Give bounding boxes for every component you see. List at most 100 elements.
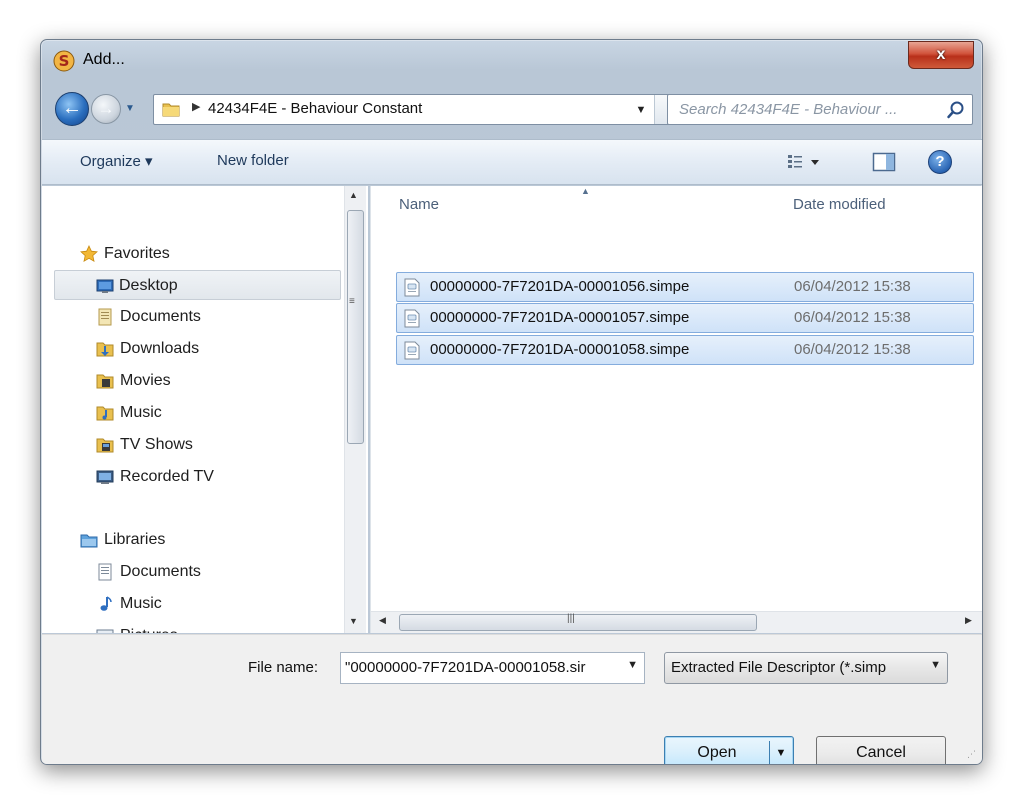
- scroll-right-arrow-icon[interactable]: ▶: [965, 615, 972, 626]
- nav-item-label: TV Shows: [120, 436, 193, 453]
- nav-item-desktop[interactable]: Desktop: [54, 270, 341, 300]
- search-icon[interactable]: [946, 100, 966, 120]
- file-row[interactable]: 00000000-7F7201DA-00001056.simpe 06/04/2…: [396, 272, 974, 302]
- column-header-date-modified[interactable]: Date modified: [793, 196, 886, 213]
- open-options-dropdown-icon[interactable]: ▼: [772, 737, 790, 764]
- file-name-label: File name:: [248, 659, 319, 676]
- change-view-icon[interactable]: [786, 151, 826, 173]
- file-row[interactable]: 00000000-7F7201DA-00001057.simpe 06/04/2…: [396, 303, 974, 333]
- nav-item-label: Desktop: [119, 277, 178, 294]
- back-button[interactable]: ←: [55, 92, 89, 126]
- nav-item-downloads[interactable]: Downloads: [96, 334, 316, 364]
- search-placeholder: Search 42434F4E - Behaviour ...: [679, 101, 898, 118]
- nav-item-label: Recorded TV: [120, 468, 214, 485]
- file-name-value: "00000000-7F7201DA-00001058.sir: [345, 659, 586, 676]
- movies-icon: [96, 374, 114, 389]
- file-date: 06/04/2012 15:38: [794, 341, 911, 358]
- cancel-button-label: Cancel: [856, 744, 906, 761]
- address-bar[interactable]: ▶ 42434F4E - Behaviour Constant ▼ ↻: [153, 94, 693, 125]
- recent-locations-dropdown-icon[interactable]: ▼: [125, 103, 137, 115]
- file-list-pane: ▲ Name Date modified 00000000-7F7201DA-0…: [370, 186, 982, 633]
- nav-item-documents[interactable]: Documents: [96, 302, 316, 332]
- file-date: 06/04/2012 15:38: [794, 309, 911, 326]
- nav-item-label: Pictures: [120, 621, 178, 633]
- close-icon: x: [936, 46, 946, 63]
- back-arrow-icon: ←: [62, 97, 82, 119]
- nav-item-label: Movies: [120, 372, 171, 389]
- nav-item-library-documents[interactable]: Documents: [96, 557, 316, 587]
- music-icon: [96, 406, 114, 421]
- nav-header-label: Favorites: [104, 245, 170, 262]
- search-input[interactable]: Search 42434F4E - Behaviour ...: [667, 94, 973, 125]
- documents-icon: [98, 563, 112, 581]
- column-header-row: ▲ Name Date modified: [371, 186, 982, 226]
- open-file-dialog: S Add... x ← → ▼ ▶ 42434F4E - Behaviour …: [40, 39, 983, 765]
- nav-item-music[interactable]: Music: [96, 398, 316, 428]
- nav-vertical-scrollbar[interactable]: ▲ ≡ ▼: [344, 186, 366, 633]
- title-bar[interactable]: S Add... x: [41, 40, 982, 82]
- desktop-icon: [96, 279, 114, 293]
- nav-item-label: Documents: [120, 563, 201, 580]
- file-type-select[interactable]: Extracted File Descriptor (*.simp ▼: [664, 652, 948, 684]
- libraries-icon: [80, 534, 98, 548]
- nav-item-label: Music: [120, 595, 162, 612]
- nav-item-tv-shows[interactable]: TV Shows: [96, 430, 316, 460]
- help-icon: ?: [935, 153, 945, 170]
- file-icon: [404, 309, 420, 328]
- scroll-grip-icon: |||: [567, 613, 575, 624]
- file-name: 00000000-7F7201DA-00001057.simpe: [430, 309, 690, 326]
- nav-item-library-pictures[interactable]: Pictures: [96, 621, 316, 633]
- cancel-button[interactable]: Cancel: [816, 736, 946, 764]
- recorded-tv-icon: [96, 470, 114, 484]
- breadcrumb-current-folder[interactable]: 42434F4E - Behaviour Constant: [208, 100, 422, 117]
- dialog-footer: File name: "00000000-7F7201DA-00001058.s…: [42, 634, 982, 764]
- nav-item-library-music[interactable]: Music: [96, 589, 316, 619]
- star-icon: [80, 245, 98, 262]
- file-row[interactable]: 00000000-7F7201DA-00001058.simpe 06/04/2…: [396, 335, 974, 365]
- sort-indicator-icon: ▲: [581, 186, 590, 196]
- command-bar: Organize ▾ New folder ?: [42, 139, 982, 185]
- open-button[interactable]: Open ▼: [664, 736, 794, 764]
- scroll-thumb[interactable]: [347, 210, 364, 444]
- split-button-divider: [769, 741, 770, 764]
- nav-item-label: Documents: [120, 308, 201, 325]
- organize-button[interactable]: Organize ▾: [80, 152, 153, 170]
- file-type-value: Extracted File Descriptor (*.simp: [671, 659, 887, 676]
- scroll-up-arrow-icon[interactable]: ▲: [349, 190, 358, 200]
- open-button-label: Open: [697, 744, 737, 761]
- nav-item-label: Music: [120, 404, 162, 421]
- nav-item-movies[interactable]: Movies: [96, 366, 316, 396]
- svg-text:S: S: [59, 52, 70, 70]
- new-folder-button[interactable]: New folder: [217, 152, 289, 169]
- music-note-icon: [100, 596, 112, 611]
- file-name-field[interactable]: "00000000-7F7201DA-00001058.sir ▼: [340, 652, 645, 684]
- scroll-down-arrow-icon[interactable]: ▼: [349, 616, 358, 626]
- file-name-dropdown-icon[interactable]: ▼: [627, 659, 638, 671]
- navigation-bar: ← → ▼ ▶ 42434F4E - Behaviour Constant ▼ …: [41, 90, 982, 130]
- breadcrumb-separator-icon[interactable]: ▶: [192, 100, 200, 113]
- downloads-icon: [96, 342, 114, 357]
- preview-pane-icon[interactable]: [872, 151, 896, 173]
- close-button[interactable]: x: [908, 41, 974, 69]
- nav-header-libraries[interactable]: Libraries: [80, 525, 300, 555]
- resize-grip-icon[interactable]: ⋰: [967, 749, 979, 761]
- forward-button[interactable]: →: [91, 94, 121, 124]
- column-divider[interactable]: [781, 190, 782, 222]
- scroll-grip-icon: ≡: [349, 296, 355, 307]
- scroll-thumb[interactable]: [399, 614, 757, 631]
- file-icon: [404, 341, 420, 360]
- file-type-dropdown-icon[interactable]: ▼: [930, 659, 941, 671]
- help-button[interactable]: ?: [928, 150, 952, 174]
- file-name: 00000000-7F7201DA-00001058.simpe: [430, 341, 690, 358]
- file-date: 06/04/2012 15:38: [794, 278, 911, 295]
- nav-header-favorites[interactable]: Favorites: [80, 239, 280, 269]
- navigation-pane: Favorites Desktop Documents Downloads Mo…: [42, 186, 368, 633]
- address-dropdown-icon[interactable]: ▼: [632, 99, 650, 121]
- pictures-icon: [96, 629, 114, 633]
- scroll-left-arrow-icon[interactable]: ◀: [379, 615, 386, 626]
- nav-item-recorded-tv[interactable]: Recorded TV: [96, 462, 316, 492]
- file-list-horizontal-scrollbar[interactable]: ◀ ||| ▶: [371, 611, 982, 633]
- folder-icon: [162, 103, 180, 117]
- app-icon: S: [53, 50, 75, 72]
- column-header-name[interactable]: Name: [399, 196, 439, 213]
